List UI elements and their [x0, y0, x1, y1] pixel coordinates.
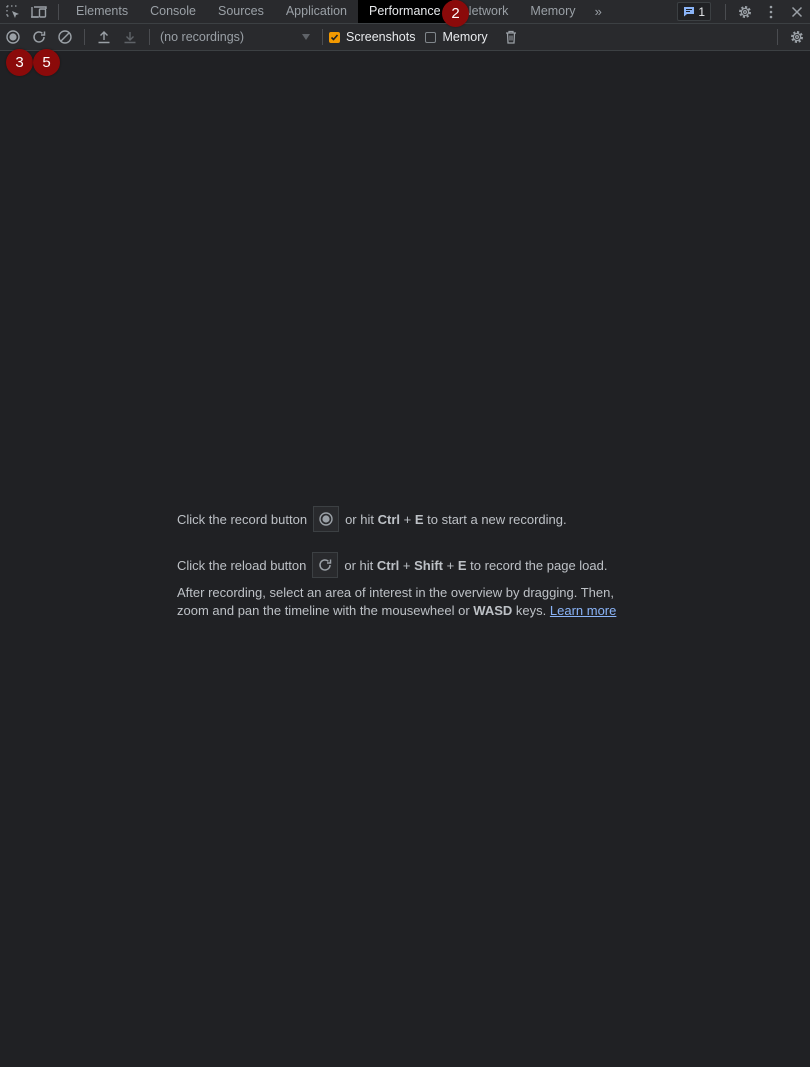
- close-devtools-button[interactable]: [784, 0, 810, 23]
- after-recording-instructions: After recording, select an area of inter…: [177, 584, 637, 620]
- performance-landing-page: Click the record button or hit Ctrl + E …: [177, 506, 637, 620]
- capture-settings-button[interactable]: [784, 26, 810, 49]
- more-tabs-button[interactable]: »: [587, 4, 610, 19]
- memory-label: Memory: [442, 30, 488, 44]
- device-toolbar-icon: [31, 5, 47, 18]
- download-icon: [124, 32, 136, 44]
- checkbox-unchecked[interactable]: [425, 31, 437, 43]
- reload-icon: [33, 31, 46, 43]
- text: +: [402, 557, 411, 573]
- dropdown-arrow-icon: [302, 34, 310, 40]
- learn-more-link[interactable]: Learn more: [550, 603, 616, 618]
- clear-icon: [58, 30, 72, 44]
- devtools-tab-bar: Elements Console Sources Application Per…: [0, 0, 810, 24]
- load-profile-button[interactable]: [91, 26, 117, 49]
- annotation-marker-5: 5: [33, 49, 60, 76]
- settings-button[interactable]: [732, 0, 758, 23]
- separator: [322, 29, 323, 45]
- device-toolbar-button[interactable]: [26, 0, 52, 23]
- upload-icon: [98, 31, 110, 44]
- shortcut-key: Ctrl: [376, 557, 400, 573]
- reload-instruction-text: Click the reload button: [177, 557, 307, 573]
- toolbar-right-controls: [771, 24, 810, 50]
- text: to record the page load.: [470, 557, 608, 573]
- separator: [149, 29, 150, 45]
- save-profile-button[interactable]: [117, 26, 143, 49]
- record-button[interactable]: [0, 26, 26, 49]
- trash-icon: [505, 30, 516, 44]
- separator: [777, 29, 778, 45]
- more-options-button[interactable]: [758, 0, 784, 23]
- more-options-icon: [769, 5, 773, 18]
- tab-elements[interactable]: Elements: [65, 0, 139, 23]
- inspect-element-icon: [6, 4, 19, 18]
- shortcut-key: WASD: [473, 603, 513, 618]
- clear-button[interactable]: [52, 26, 78, 49]
- record-icon: [6, 30, 20, 44]
- inspect-element-button[interactable]: [0, 0, 26, 23]
- tabbar-right-controls: 1: [677, 0, 810, 23]
- reload-record-button[interactable]: [26, 26, 52, 49]
- record-instruction-text: Click the record button: [177, 511, 308, 527]
- tab-sources[interactable]: Sources: [207, 0, 275, 23]
- tab-performance[interactable]: Performance: [358, 0, 452, 23]
- performance-toolbar: (no recordings) Screenshots Memory: [0, 24, 810, 51]
- shortcut-key: E: [414, 511, 424, 527]
- checkbox-checked[interactable]: [329, 31, 340, 43]
- text: After recording, select an area of inter…: [177, 585, 614, 618]
- recordings-select-value: (no recordings): [160, 30, 245, 44]
- inline-reload-button[interactable]: [312, 552, 339, 578]
- record-icon: [319, 512, 333, 526]
- screenshots-label: Screenshots: [346, 30, 416, 44]
- shortcut-key: Shift: [414, 557, 444, 573]
- recordings-select[interactable]: (no recordings): [156, 27, 316, 47]
- screenshots-checkbox[interactable]: Screenshots: [329, 30, 415, 44]
- text: or hit: [344, 557, 374, 573]
- garbage-collect-button[interactable]: [498, 26, 524, 49]
- text: or hit: [345, 511, 374, 527]
- settings-icon: [739, 5, 751, 18]
- shortcut-key: E: [457, 557, 467, 573]
- shortcut-key: Ctrl: [377, 511, 400, 527]
- annotation-marker-3: 3: [6, 49, 33, 76]
- tab-application[interactable]: Application: [275, 0, 358, 23]
- annotation-marker-2: 2: [442, 0, 469, 27]
- memory-checkbox[interactable]: Memory: [425, 30, 488, 44]
- text: +: [403, 511, 412, 527]
- issues-badge[interactable]: 1: [677, 2, 711, 21]
- text: keys.: [515, 603, 547, 618]
- text: +: [446, 557, 455, 573]
- tab-console[interactable]: Console: [139, 0, 207, 23]
- inline-record-button[interactable]: [313, 506, 340, 532]
- message-icon: [684, 7, 695, 17]
- settings-icon: [791, 31, 803, 43]
- double-chevron-right-icon: »: [594, 4, 602, 19]
- close-icon: [791, 6, 803, 17]
- reload-instruction: Click the reload button or hit Ctrl + Sh…: [177, 552, 637, 578]
- record-instruction: Click the record button or hit Ctrl + E …: [177, 506, 637, 532]
- separator: [725, 3, 726, 20]
- checkmark-icon: [330, 33, 339, 41]
- issues-count: 1: [698, 4, 705, 19]
- separator: [84, 29, 85, 45]
- text: to start a new recording.: [427, 511, 567, 527]
- tab-memory[interactable]: Memory: [519, 0, 586, 23]
- reload-icon: [319, 559, 332, 571]
- separator: [58, 3, 59, 20]
